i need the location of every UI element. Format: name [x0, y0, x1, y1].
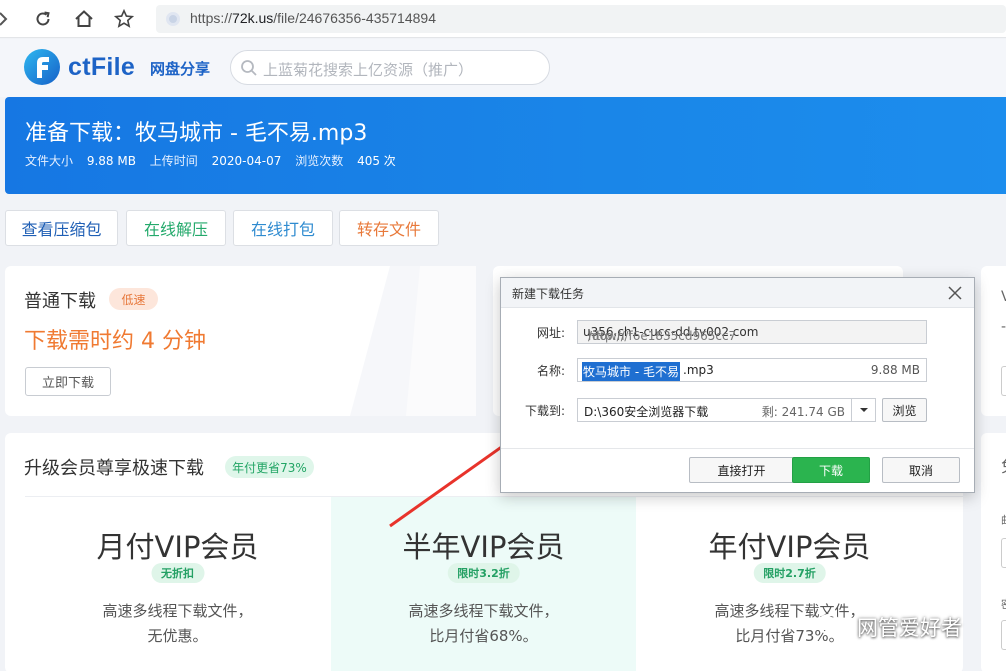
- file-title: 准备下载：牧马城市 - 毛不易.mp3: [25, 121, 368, 146]
- upload-date: 2020-04-07: [211, 154, 282, 168]
- dialog-title: 新建下载任务: [512, 287, 585, 301]
- view-archive-button[interactable]: 查看压缩包: [5, 210, 118, 246]
- chevron-down-icon[interactable]: [851, 399, 875, 421]
- save-to-drive-label: 转存文件: [356, 220, 421, 239]
- online-extract-button[interactable]: 在线解压: [126, 210, 226, 246]
- right-card-button[interactable]: [1001, 366, 1006, 396]
- view-archive-label: 查看压缩包: [21, 220, 102, 239]
- address-url: https://72k.us/file/24676356-435714894: [190, 10, 436, 26]
- right-login-title: 免: [1001, 452, 1006, 477]
- email-field[interactable]: [1001, 538, 1006, 568]
- forward-icon[interactable]: [0, 8, 14, 30]
- plan-half-year[interactable]: 半年VIP会员 限时3.2折 高速多线程下载文件， 比月付省68%。: [331, 497, 636, 671]
- vip-title: 升级会员尊享极速下载: [24, 458, 204, 479]
- url-path: /down/f6e1835cd965cc7: [588, 329, 737, 343]
- right-login-label: 密: [1001, 596, 1006, 612]
- plan-description: 比月付省68%。: [429, 627, 538, 645]
- plan-monthly[interactable]: 月付VIP会员 无折扣 高速多线程下载文件， 无优惠。: [25, 497, 330, 671]
- plan-discount-tag: 限时3.2折: [447, 563, 520, 583]
- yearly-save-badge: 年付更省73%: [225, 456, 314, 478]
- file-info-banner: 准备下载：牧马城市 - 毛不易.mp3 文件大小 9.88 MB 上传时间 20…: [5, 97, 1006, 194]
- search-icon: [241, 60, 257, 76]
- save-path-value: D:\360安全浏览器下载: [584, 405, 709, 419]
- watermark-text: 网管爱好者: [857, 616, 962, 640]
- file-meta: 文件大小 9.88 MB 上传时间 2020-04-07 浏览次数 405 次: [25, 152, 406, 169]
- card-decoration: [350, 266, 476, 416]
- dialog-titlebar: 新建下载任务: [501, 278, 974, 308]
- slow-badge: 低速: [109, 288, 158, 310]
- download-now-button[interactable]: 立即下载: [25, 367, 111, 396]
- plan-discount-tag: 限时2.7折: [753, 563, 826, 583]
- dialog-divider: [501, 448, 974, 449]
- new-download-dialog: 新建下载任务 网址: http://u356.ch1-cucc-dd.tv002…: [500, 277, 975, 493]
- ctfile-logo-icon[interactable]: [22, 47, 62, 87]
- plan-description: 高速多线程下载文件，: [102, 602, 253, 620]
- normal-download-title: 普通下载: [24, 291, 96, 312]
- cancel-button[interactable]: 取消: [882, 457, 960, 483]
- site-info-icon[interactable]: [166, 12, 180, 26]
- password-field[interactable]: [1001, 620, 1006, 650]
- watermark: 网管爱好者: [817, 611, 962, 643]
- file-size-value: 9.88 MB: [870, 363, 920, 377]
- plan-description: 无优惠。: [147, 627, 208, 645]
- views-label: 浏览次数: [295, 154, 344, 168]
- size-label: 文件大小: [25, 154, 74, 168]
- plan-name: 半年VIP会员: [402, 530, 565, 564]
- search-placeholder: 上蓝菊花搜索上亿资源（推广）: [263, 61, 474, 79]
- filename-extension: .mp3: [683, 363, 714, 377]
- url-label: 网址:: [536, 326, 565, 340]
- logo-text[interactable]: ctFile: [68, 53, 135, 82]
- browser-toolbar: https://72k.us/file/24676356-435714894: [0, 0, 1006, 38]
- filename-selection: 牧马城市 - 毛不易: [582, 362, 680, 381]
- right-login-label: 邮: [1001, 512, 1006, 528]
- reload-icon[interactable]: [32, 8, 54, 30]
- browse-button[interactable]: 浏览: [882, 398, 927, 422]
- address-bar[interactable]: https://72k.us/file/24676356-435714894: [156, 5, 1006, 33]
- name-label: 名称:: [536, 364, 565, 378]
- wechat-icon: [817, 614, 848, 639]
- bookmark-star-icon[interactable]: [113, 8, 135, 30]
- view-count: 405 次: [357, 154, 396, 168]
- upload-label: 上传时间: [149, 154, 198, 168]
- plan-yearly[interactable]: 年付VIP会员 限时2.7折 高速多线程下载文件， 比月付省73%。: [637, 497, 942, 671]
- right-card-text: -: [1001, 319, 1006, 335]
- download-time-estimate: 下载需时约 4 分钟: [24, 329, 206, 354]
- plan-name: 年付VIP会员: [708, 530, 871, 564]
- search-input[interactable]: 上蓝菊花搜索上亿资源（推广）: [230, 50, 550, 85]
- filename-field[interactable]: 牧马城市 - 毛不易 .mp3 9.88 MB: [577, 358, 927, 382]
- plan-name: 月付VIP会员: [96, 530, 259, 564]
- free-space: 剩: 241.74 GB: [761, 405, 845, 419]
- url-field[interactable]: http://u356.ch1-cucc-dd.tv002.com/down/f…: [577, 320, 927, 344]
- open-directly-button[interactable]: 直接打开: [689, 457, 794, 483]
- online-pack-button[interactable]: 在线打包: [233, 210, 333, 246]
- plan-discount-tag: 无折扣: [151, 563, 204, 583]
- plan-description: 高速多线程下载文件，: [408, 602, 559, 620]
- save-to-drive-button[interactable]: 转存文件: [339, 210, 439, 246]
- logo-subtitle: 网盘分享: [150, 60, 211, 78]
- home-icon[interactable]: [73, 8, 95, 30]
- online-pack-label: 在线打包: [250, 220, 315, 239]
- file-size: 9.88 MB: [86, 154, 136, 168]
- save-path-label: 下载到:: [524, 404, 565, 418]
- online-extract-label: 在线解压: [143, 220, 208, 239]
- save-path-select[interactable]: D:\360安全浏览器下载 剩: 241.74 GB: [577, 398, 876, 422]
- close-icon[interactable]: [946, 284, 964, 302]
- right-card-text: V: [1001, 289, 1006, 305]
- download-button[interactable]: 下载: [792, 457, 870, 483]
